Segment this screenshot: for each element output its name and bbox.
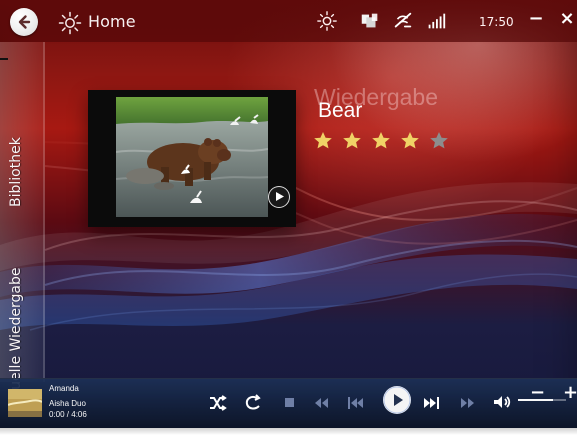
album-name: Aisha Duo [49, 399, 86, 408]
rating-star-2[interactable] [343, 132, 361, 149]
bear-photo [116, 97, 268, 217]
bear-photo-image [116, 97, 268, 217]
floor-reflection [0, 428, 577, 435]
next-track-icon [424, 397, 439, 409]
track-title: Bear [318, 99, 363, 122]
play-icon [383, 386, 411, 414]
previous-track-icon [348, 397, 363, 409]
left-navigation-rail: Bibliothek Aktuelle Wiedergabe [0, 42, 45, 413]
tab-library[interactable]: Bibliothek [7, 137, 25, 207]
settings-gear-icon[interactable] [315, 10, 339, 32]
clock: 17:50 [479, 15, 514, 29]
volume-slider[interactable] [518, 399, 566, 401]
volume-up-button[interactable]: + [563, 384, 577, 402]
fast-forward-button[interactable] [457, 392, 479, 414]
rating-star-1[interactable] [314, 132, 332, 149]
repeat-button[interactable] [242, 392, 264, 414]
library-icon[interactable] [358, 10, 382, 32]
volume-button[interactable] [490, 391, 512, 413]
signal-strength-icon [428, 13, 446, 29]
close-button[interactable]: × [558, 10, 576, 28]
top-navigation-bar: Home 17:50 − × [0, 0, 577, 42]
minimize-button[interactable]: − [527, 10, 545, 28]
back-button[interactable] [10, 8, 38, 36]
artist-name: Amanda [49, 384, 79, 393]
rating-star-5[interactable] [430, 132, 448, 149]
next-track-button[interactable] [420, 392, 442, 414]
album-art[interactable] [88, 90, 296, 227]
stop-icon [285, 398, 294, 407]
shuffle-icon [210, 395, 227, 411]
shuffle-button[interactable] [206, 392, 228, 414]
stop-button[interactable] [279, 392, 301, 414]
mini-cover-image [8, 389, 42, 417]
home-label[interactable]: Home [88, 12, 136, 32]
back-arrow-icon [18, 15, 31, 29]
media-center-window: Home 17:50 − × Bibliothek Aktuelle Wiede… [0, 0, 577, 428]
fast-forward-icon [461, 398, 474, 408]
network-connection-icon[interactable] [391, 10, 415, 32]
play-icon [276, 192, 284, 201]
play-button[interactable] [381, 384, 413, 416]
repeat-icon [245, 394, 261, 410]
rewind-icon [315, 398, 328, 408]
volume-slider-fill [518, 399, 553, 401]
playback-time: 0:00 / 4:06 [49, 410, 87, 419]
media-center-logo-icon [58, 11, 82, 35]
mini-cover-art[interactable] [8, 389, 42, 417]
rating-star-4[interactable] [401, 132, 419, 149]
rating-stars[interactable] [313, 130, 453, 154]
player-controls-bar: Amanda Aisha Duo 0:00 / 4:06 − + [0, 378, 577, 428]
media-center-screenshot: Home 17:50 − × Bibliothek Aktuelle Wiede… [0, 0, 577, 435]
rewind-button[interactable] [311, 392, 333, 414]
rating-star-3[interactable] [372, 132, 390, 149]
screen-edge-mark [0, 58, 8, 60]
album-play-button[interactable] [268, 186, 290, 208]
volume-icon [494, 396, 511, 408]
previous-track-button[interactable] [345, 392, 367, 414]
